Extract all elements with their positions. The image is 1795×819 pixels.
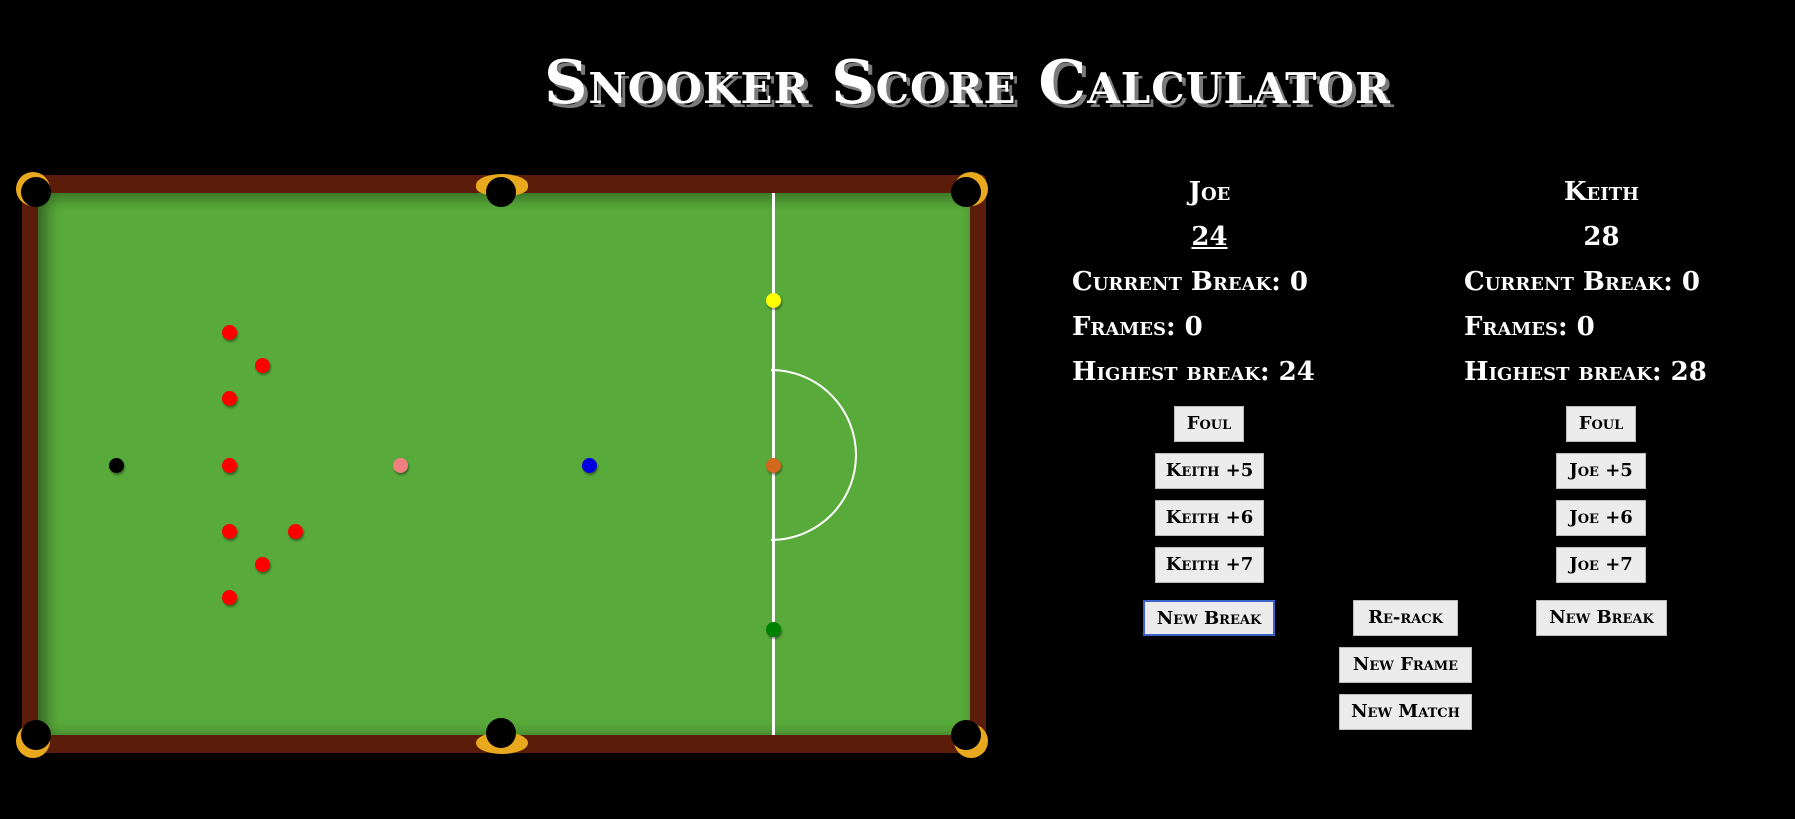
brown-ball[interactable]	[766, 458, 781, 473]
new-break-button[interactable]: New Break	[1536, 600, 1667, 636]
app-title: Snooker Score Calculator	[544, 48, 1391, 118]
new-break-button[interactable]: New Break	[1143, 600, 1275, 636]
player-score: 24	[1191, 222, 1228, 252]
blue-ball[interactable]	[582, 458, 597, 473]
current-break: Current Break: 0	[1464, 267, 1700, 297]
opponent-plus7-button[interactable]: Joe +7	[1556, 547, 1646, 583]
green-ball[interactable]	[766, 622, 781, 637]
red-ball[interactable]	[222, 590, 237, 605]
player-name: Joe	[1188, 177, 1231, 207]
red-ball[interactable]	[222, 325, 237, 340]
player-name: Keith	[1563, 177, 1640, 207]
rerack-button[interactable]: Re-rack	[1353, 600, 1458, 636]
red-ball[interactable]	[288, 524, 303, 539]
red-ball[interactable]	[222, 458, 237, 473]
opponent-plus7-button[interactable]: Keith +7	[1155, 547, 1264, 583]
new-frame-button[interactable]: New Frame	[1339, 647, 1472, 683]
red-ball[interactable]	[255, 557, 270, 572]
highest-break: Highest break: 24	[1072, 357, 1315, 387]
player-panel-joe: Joe 24 Current Break: 0 Frames: 0 Highes…	[1072, 170, 1432, 395]
pocket-top-middle	[486, 177, 516, 207]
opponent-plus5-button[interactable]: Keith +5	[1155, 453, 1264, 489]
player-panel-keith: Keith 28 Current Break: 0 Frames: 0 High…	[1464, 170, 1795, 395]
new-match-button[interactable]: New Match	[1339, 694, 1472, 730]
opponent-plus5-button[interactable]: Joe +5	[1556, 453, 1646, 489]
pocket-top-left	[21, 177, 51, 207]
pocket-bottom-left	[21, 720, 51, 750]
red-ball[interactable]	[255, 358, 270, 373]
yellow-ball[interactable]	[766, 293, 781, 308]
player-score: 28	[1583, 222, 1620, 252]
snooker-table	[22, 175, 986, 753]
frames-count: Frames: 0	[1072, 312, 1203, 342]
foul-button[interactable]: Foul	[1174, 406, 1244, 442]
table-cloth	[38, 193, 970, 735]
opponent-plus6-button[interactable]: Joe +6	[1556, 500, 1646, 536]
red-ball[interactable]	[222, 524, 237, 539]
frames-count: Frames: 0	[1464, 312, 1595, 342]
d-semicircle	[771, 369, 857, 541]
foul-button[interactable]: Foul	[1566, 406, 1636, 442]
pocket-top-right	[951, 177, 981, 207]
opponent-plus6-button[interactable]: Keith +6	[1155, 500, 1264, 536]
pocket-bottom-right	[951, 720, 981, 750]
red-ball[interactable]	[222, 391, 237, 406]
black-ball[interactable]	[109, 458, 124, 473]
current-break: Current Break: 0	[1072, 267, 1308, 297]
highest-break: Highest break: 28	[1464, 357, 1707, 387]
pink-ball[interactable]	[393, 458, 408, 473]
pocket-bottom-middle	[486, 718, 516, 748]
